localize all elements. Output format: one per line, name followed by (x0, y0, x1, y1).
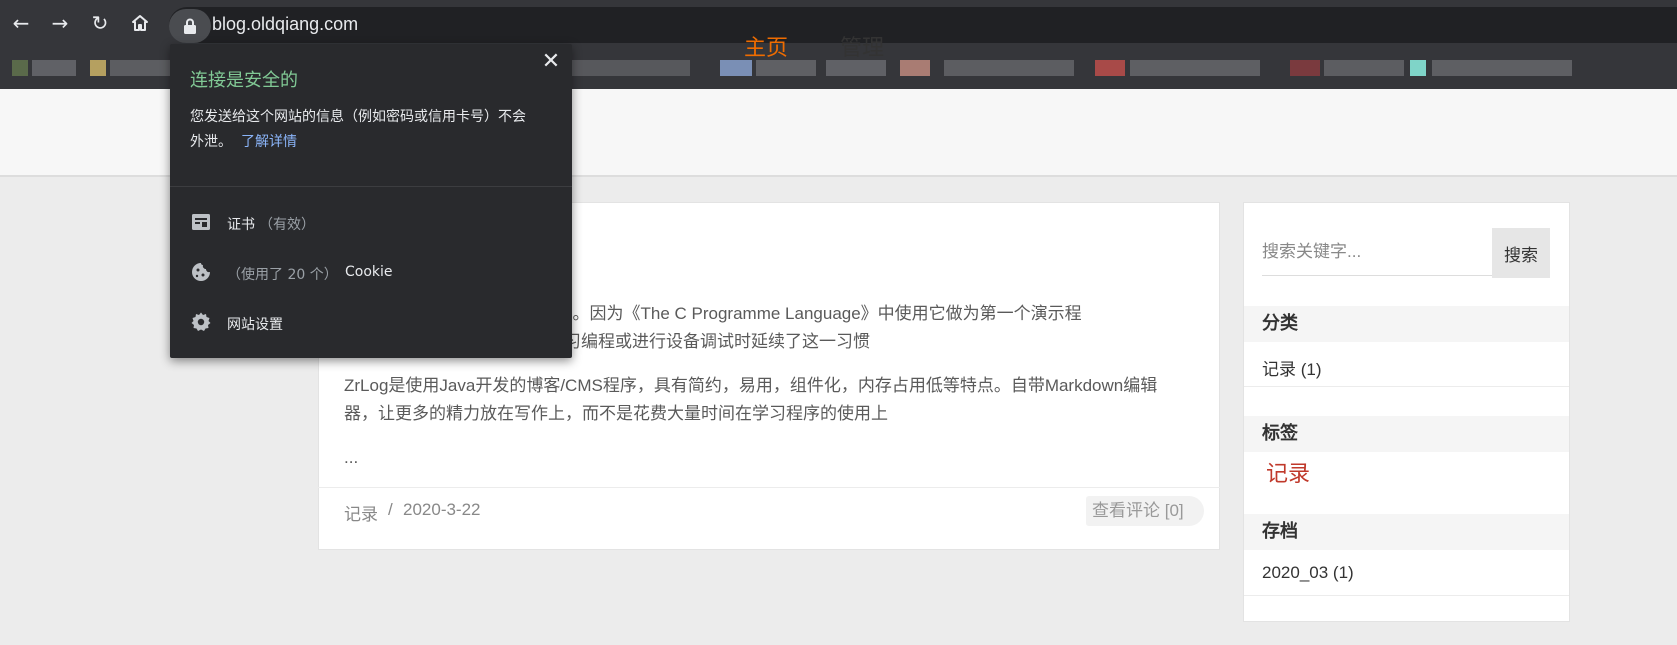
search-input[interactable] (1262, 228, 1492, 276)
bookmark-item[interactable] (1432, 60, 1572, 76)
home-icon[interactable] (125, 8, 155, 38)
certificate-label: 证书 (227, 217, 255, 233)
tags-heading: 标签 (1244, 416, 1569, 452)
site-info-button[interactable] (169, 9, 211, 43)
popup-title: 连接是安全的 (190, 70, 298, 91)
bookmark-item[interactable] (944, 60, 1074, 76)
lock-icon (184, 18, 196, 34)
bookmark-item[interactable] (90, 60, 106, 76)
gear-icon (191, 312, 211, 331)
forward-arrow-icon[interactable]: → (45, 8, 75, 38)
certificate-row[interactable]: 证书 （有效） (170, 200, 572, 244)
tag-item[interactable]: 记录 (1266, 456, 1310, 488)
bookmark-item[interactable] (12, 60, 28, 76)
bookmark-item[interactable] (1290, 60, 1320, 76)
section-divider (1244, 386, 1569, 387)
learn-more-link[interactable]: 了解详情 (241, 131, 297, 151)
popup-divider (170, 186, 572, 187)
back-arrow-icon[interactable]: ← (6, 8, 36, 38)
read-more-ellipsis: ... (344, 448, 359, 467)
post-date: 2020-3-22 (403, 500, 481, 519)
url-text[interactable]: blog.oldqiang.com (212, 14, 358, 35)
cookies-row[interactable]: （使用了 20 个） Cookie (170, 250, 572, 294)
post-footer-divider (318, 487, 1220, 488)
categories-heading: 分类 (1244, 306, 1569, 342)
bookmark-item[interactable] (900, 60, 930, 76)
meta-separator: / (388, 500, 393, 519)
post-excerpt-paragraph: ZrLog是使用Java开发的博客/CMS程序，具有简约，易用，组件化，内存占用… (344, 376, 1158, 423)
archive-item[interactable]: 2020_03 (1) (1262, 563, 1354, 583)
section-divider (1244, 595, 1569, 596)
certificate-status: （有效） (259, 217, 315, 233)
popup-description: 外泄。 (190, 134, 232, 150)
category-item[interactable]: 记录 (1) (1262, 355, 1322, 380)
archive-heading: 存档 (1244, 514, 1569, 550)
bookmark-item[interactable] (570, 60, 690, 76)
address-bar[interactable] (169, 7, 1677, 43)
search-button[interactable]: 搜索 (1492, 228, 1550, 278)
bookmark-item[interactable] (1095, 60, 1125, 76)
nav-admin-link[interactable]: 管理 (840, 30, 884, 62)
site-settings-row[interactable]: 网站设置 (170, 300, 572, 344)
post-category-link[interactable]: 记录 (344, 500, 378, 525)
post-excerpt-line: 序员在学习编程或进行设备调试时延续了这一习惯 (496, 332, 870, 351)
post-excerpt-line: 界，你好』。因为《The C Programme Language》中使用它做为… (496, 304, 1082, 323)
bookmark-item[interactable] (826, 60, 886, 76)
close-icon[interactable]: ✕ (541, 50, 561, 74)
bookmark-item[interactable] (720, 60, 752, 76)
view-comments-link[interactable]: 查看评论 [0] (1086, 496, 1204, 526)
cookies-label: Cookie (345, 264, 393, 280)
bookmark-item[interactable] (756, 60, 816, 76)
popup-description: 您发送给这个网站的信息（例如密码或信用卡号）不会 (190, 109, 526, 125)
bookmark-item[interactable] (110, 60, 170, 76)
nav-home-link[interactable]: 主页 (744, 30, 788, 62)
site-settings-label: 网站设置 (227, 317, 283, 333)
bookmark-item[interactable] (1410, 60, 1426, 76)
reload-icon[interactable]: ↻ (85, 8, 115, 38)
certificate-icon (192, 214, 210, 230)
bookmark-item[interactable] (32, 60, 76, 76)
bookmark-item[interactable] (1130, 60, 1260, 76)
cookie-icon (192, 263, 210, 281)
bookmark-item[interactable] (1324, 60, 1404, 76)
cookies-count: （使用了 20 个） (227, 267, 338, 283)
